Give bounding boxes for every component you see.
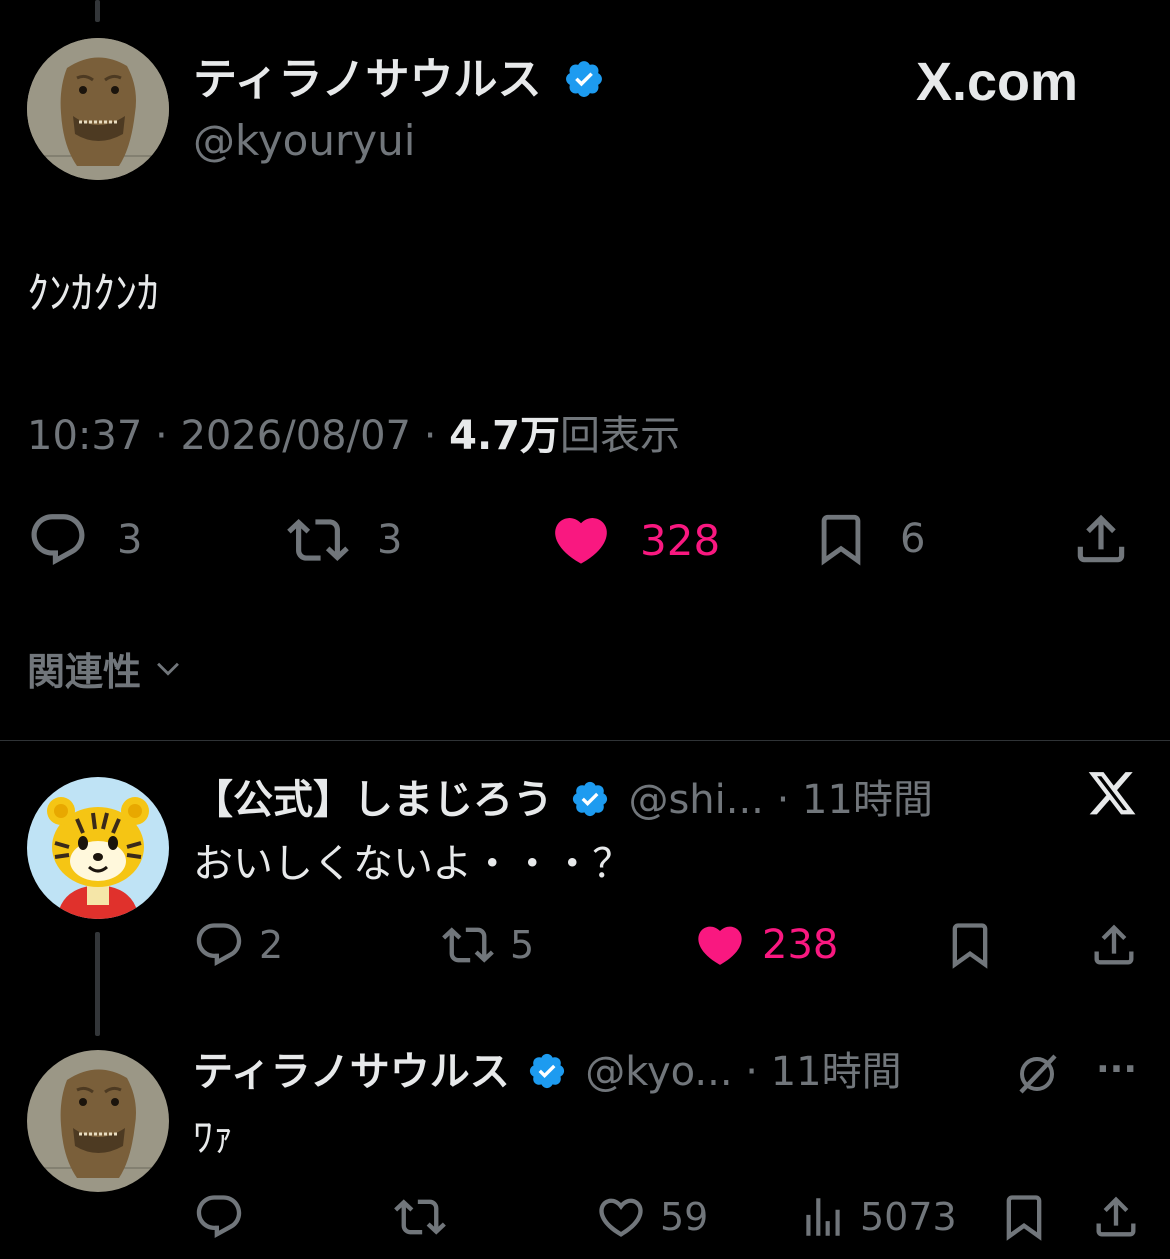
heart-filled-icon [698,926,742,965]
thread-connector [95,932,100,1036]
reply2-retweet-button[interactable] [392,1190,448,1244]
reply2-like-count: 59 [660,1195,709,1239]
reply2-text: ﾜｧ [193,1115,233,1161]
chevron-down-icon [157,662,179,676]
tiger-avatar-icon [27,777,169,919]
sort-label: 関連性 [27,649,142,694]
reply1-time[interactable]: 11時間 [802,777,933,823]
reply2-bookmark-button[interactable] [998,1190,1050,1244]
sort-dropdown[interactable]: 関連性 [27,640,185,696]
share-button[interactable] [1070,508,1132,570]
grok-icon-svg [1019,1054,1057,1094]
verified-badge-icon [572,781,607,817]
tweet-time[interactable]: 10:37 [27,413,142,459]
tweet-meta: 10:37 · 2026/08/07 · 4.7万回表示 [27,410,680,462]
reply-icon [31,514,85,566]
x-logo-icon-svg [1088,772,1136,815]
reply1-share-button[interactable] [1088,918,1140,972]
bookmark-count: 6 [900,516,926,562]
reply1-text: おいしくないよ・・・？ [193,841,633,887]
x-logo-icon[interactable] [1086,772,1138,824]
bookmark-icon [1006,1195,1042,1241]
reply2-dot: · [745,1049,759,1095]
bookmark-icon [952,923,988,969]
more-options-button[interactable]: ··· [1096,1048,1137,1092]
dinosaur-avatar-icon [27,38,169,180]
retweet-icon [442,927,494,963]
reply2-author-name[interactable]: ティラノサウルス [193,1049,510,1095]
reply1-author-name[interactable]: 【公式】しまじろう [193,777,553,823]
reply1-handle[interactable]: @shi... [628,777,763,823]
verified-badge-icon [565,61,602,97]
tweet-text: ｸﾝｶｸﾝｶ [27,268,159,319]
reply1-header: 【公式】しまじろう @shi... · 11時間 [193,773,933,827]
reply1-like-count: 238 [762,922,839,968]
reply1-reply-button[interactable]: 2 [193,918,283,972]
verified-badge-icon [529,1053,564,1089]
thread-connector-top [95,0,100,22]
bookmark-icon [821,514,861,566]
like-count: 328 [640,515,721,565]
bookmark-button[interactable]: 6 [812,508,925,570]
avatar-shimajiro[interactable] [27,777,169,919]
avatar-tyrannosaurus[interactable] [27,1050,169,1192]
author-name[interactable]: ティラノサウルス [193,52,605,108]
like-button[interactable]: 328 [548,510,720,570]
retweet-icon [287,519,349,561]
xcom-brand: X.com [916,52,1078,112]
reply-icon [196,923,242,967]
reply-count: 3 [117,517,143,563]
tweet-date[interactable]: 2026/08/07 [180,413,411,459]
reply-icon [196,1195,242,1239]
reply1-bookmark-button[interactable] [944,918,996,972]
share-icon [1094,924,1134,965]
reply2-time[interactable]: 11時間 [771,1049,902,1095]
reply2-views-button[interactable]: 5073 [798,1190,957,1244]
views-label: 回表示 [560,413,680,459]
reply1-dot: · [776,777,790,823]
heart-filled-icon [555,518,607,564]
reply1-retweet-button[interactable]: 5 [440,918,534,972]
xcom-brand-text: X.com [916,52,1079,112]
reply1-reply-count: 2 [259,923,284,967]
reply1-like-button[interactable]: 238 [692,918,838,972]
reply2-handle[interactable]: @kyo... [585,1049,732,1095]
views-count: 4.7万 [449,413,560,459]
retweet-count: 3 [377,517,403,563]
dinosaur-avatar-icon [27,1050,169,1192]
views-chart-icon [806,1198,840,1236]
reply2-share-button[interactable] [1090,1190,1142,1244]
meta-separator: · [423,413,437,459]
reply1-retweet-count: 5 [510,923,535,967]
grok-icon[interactable] [1012,1050,1062,1102]
reply2-header: ティラノサウルス @kyo... · 11時間 [193,1045,902,1099]
reply-button[interactable]: 3 [27,510,142,570]
retweet-button[interactable]: 3 [285,510,402,570]
reply2-like-button[interactable]: 59 [594,1190,708,1244]
share-icon [1096,1196,1136,1237]
retweet-icon [394,1199,446,1235]
reply2-views-count: 5073 [860,1195,957,1239]
more-options-icon: ··· [1096,1049,1138,1090]
reply2-reply-button[interactable] [193,1190,245,1244]
avatar-tyrannosaurus[interactable] [27,38,169,180]
author-name-text: ティラノサウルス [193,54,542,105]
heart-outline-icon [599,1198,643,1237]
meta-separator: · [155,413,168,459]
divider [0,740,1170,741]
share-icon [1077,514,1125,563]
author-handle[interactable]: @kyouryui [193,116,415,166]
